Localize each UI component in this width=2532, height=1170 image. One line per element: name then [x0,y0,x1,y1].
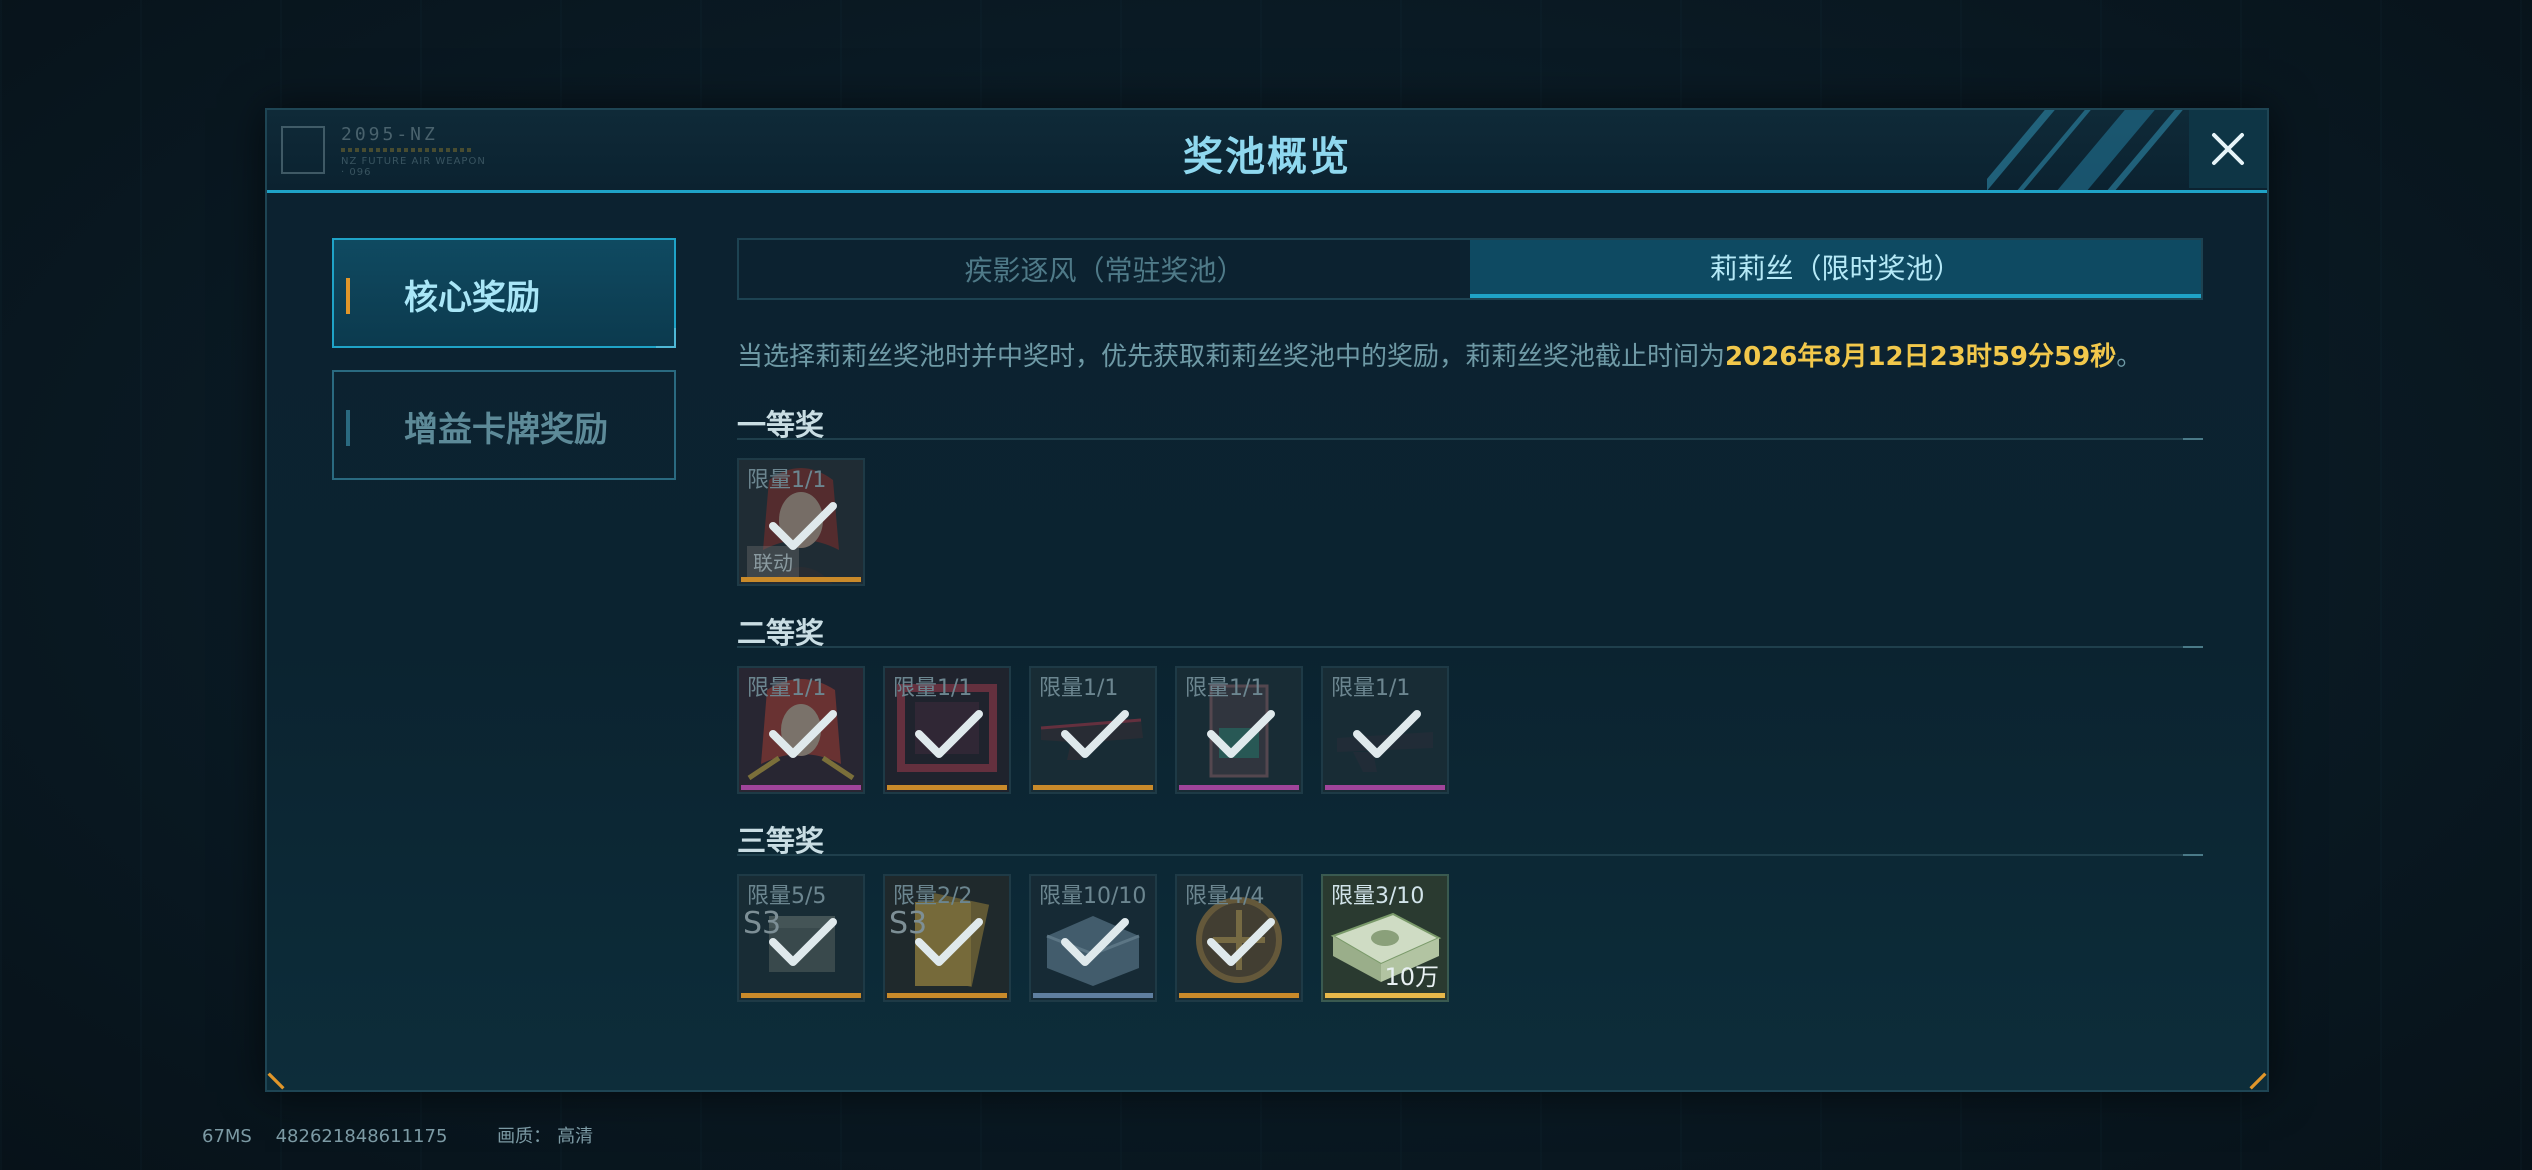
rarity-bar [1033,993,1153,998]
item-limit: 限量10/10 [1039,884,1147,909]
prize-item[interactable]: 限量10/10 [1029,874,1157,1002]
nav-label: 核心奖励 [404,278,540,318]
check-icon [1061,918,1129,966]
rarity-bar [1179,785,1299,790]
notice-deadline: 2026年8月12日23时59分59秒 [1725,342,2117,372]
item-limit: 限量1/1 [747,676,827,701]
quality-value: 高清 [557,1126,594,1147]
check-icon [769,502,837,550]
nav-corner-decoration [656,460,676,480]
notice-suffix: 。 [2116,342,2143,372]
rarity-bar [1325,993,1445,998]
item-limit: 限量1/1 [1039,676,1119,701]
pool-notice: 当选择莉莉丝奖池时并中奖时，优先获取莉莉丝奖池中的奖励，莉莉丝奖池截止时间为20… [737,336,2142,373]
rarity-bar [887,785,1007,790]
item-limit: 限量1/1 [893,676,973,701]
item-limit: 限量1/1 [747,468,827,493]
prize-item[interactable]: 限量4/4 [1175,874,1303,1002]
section-divider [737,646,2203,648]
item-limit: 限量3/10 [1331,884,1425,909]
section-divider [737,438,2203,440]
check-icon [1353,710,1421,758]
rarity-bar [1325,785,1445,790]
prize-item[interactable]: 限量2/2 S3 [883,874,1011,1002]
nav-marker [346,410,350,446]
prize-item[interactable]: 限量1/1 联动 [737,458,865,586]
rarity-bar [1179,993,1299,998]
dialog-title: 奖池概览 [1183,134,1351,180]
uid-text: 482621848611175 [275,1126,448,1147]
item-limit: 限量1/1 [1185,676,1265,701]
rarity-bar [887,993,1007,998]
close-icon [2212,133,2244,165]
item-limit: 限量1/1 [1331,676,1411,701]
item-limit: 限量4/4 [1185,884,1265,909]
check-icon [1207,918,1275,966]
quality-label: 画质： [497,1126,552,1147]
prize-item[interactable]: 限量1/1 [883,666,1011,794]
pool-tabs: 疾影逐风（常驻奖池） 莉莉丝（限时奖池） [737,238,2203,300]
header-stripes-decoration [1987,110,2187,190]
corner-accent-icon [267,1072,285,1090]
tab-permanent-pool[interactable]: 疾影逐风（常驻奖池） [739,240,1470,298]
nav-core-rewards[interactable]: 核心奖励 [332,238,676,348]
nav-active-marker [346,278,350,314]
rarity-bar [741,577,861,582]
rarity-bar [741,993,861,998]
prize-item-available[interactable]: 限量3/10 10万 [1321,874,1449,1002]
check-icon [1207,710,1275,758]
dialog-header: 2095-NZ NZ FUTURE AIR WEAPON · 096 奖池概览 [267,110,2267,193]
prize-item[interactable]: 限量1/1 [737,666,865,794]
check-icon [915,710,983,758]
check-icon [915,918,983,966]
nav-label: 增益卡牌奖励 [404,410,608,450]
tab-limited-pool[interactable]: 莉莉丝（限时奖池） [1470,240,2201,298]
status-footer: 67MS 482621848611175 画质： 高清 [202,1122,611,1148]
nav-buff-card-rewards[interactable]: 增益卡牌奖励 [332,370,676,480]
rarity-bar [1033,785,1153,790]
prize-item[interactable]: 限量1/1 [1321,666,1449,794]
ping-text: 67MS [202,1126,252,1147]
nav-corner-decoration [656,328,676,348]
check-icon [1061,710,1129,758]
close-button[interactable] [2189,110,2267,188]
notice-text: 当选择莉莉丝奖池时并中奖时，优先获取莉莉丝奖池中的奖励，莉莉丝奖池截止时间为 [737,342,1726,372]
rarity-bar [741,785,861,790]
corner-accent-icon [2249,1072,2267,1090]
prize-pool-dialog: 2095-NZ NZ FUTURE AIR WEAPON · 096 奖池概览 … [265,108,2269,1092]
check-icon [769,710,837,758]
item-amount: 10万 [1384,963,1439,991]
prize-item[interactable]: 限量1/1 [1029,666,1157,794]
prize-item[interactable]: 限量5/5 S3 [737,874,865,1002]
section-divider [737,854,2203,856]
prize-item[interactable]: 限量1/1 [1175,666,1303,794]
check-icon [769,918,837,966]
